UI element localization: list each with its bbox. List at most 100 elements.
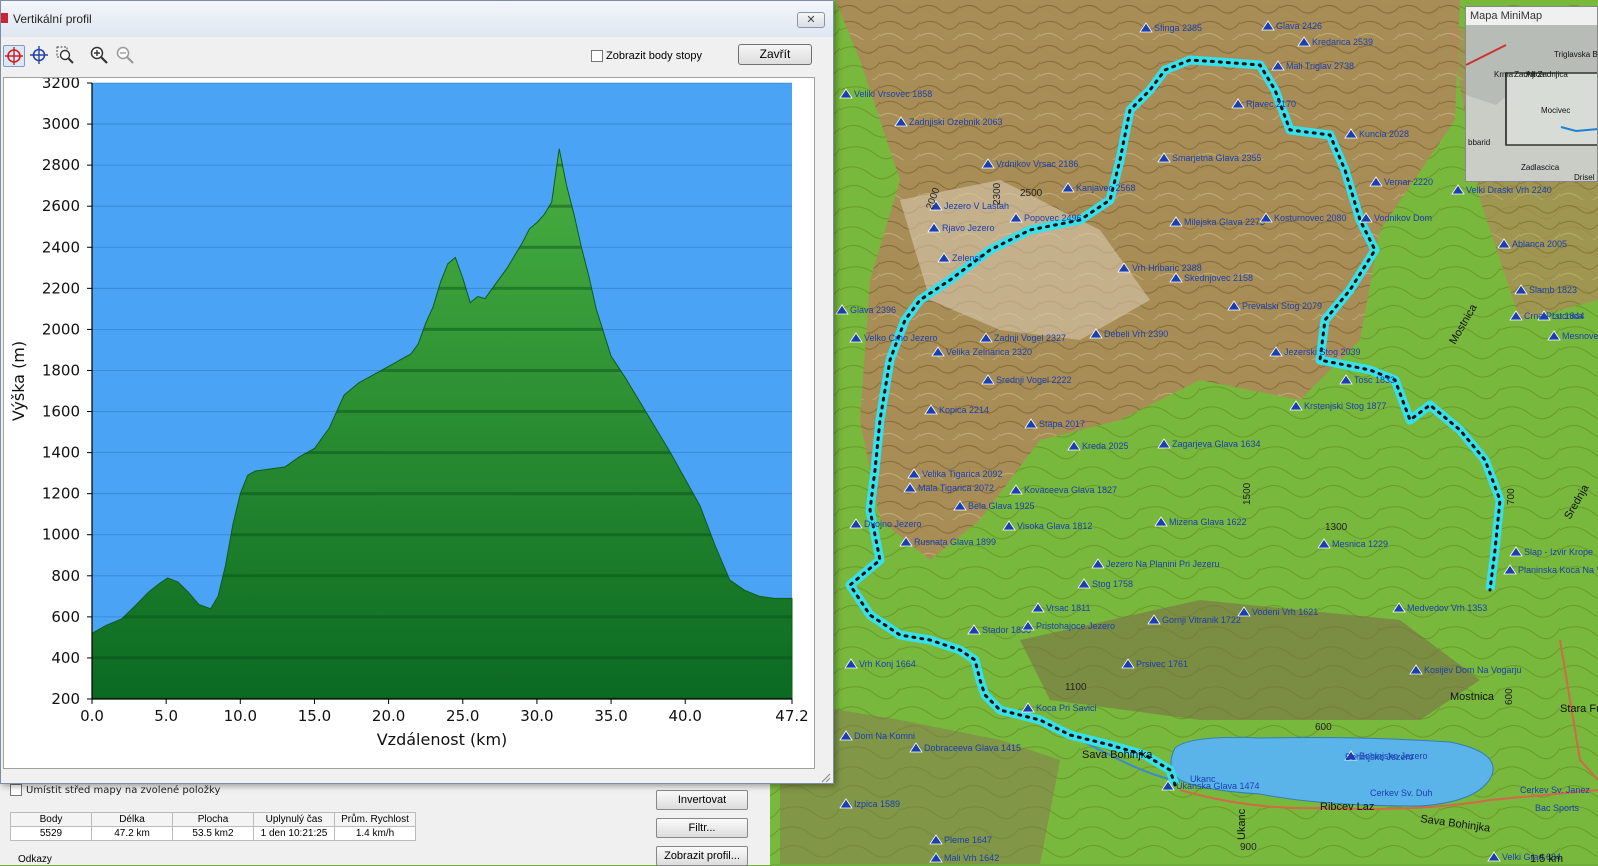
peak-label: Kanjavec 2568 [1076,183,1136,193]
peak-label: Glava 2396 [850,305,896,315]
map-place-mostnica: Mostnica [1450,691,1495,703]
invert-button[interactable]: Invertovat [656,790,748,810]
y-tick-label: 800 [51,567,80,585]
stats-header: Body [10,812,92,827]
peak-label: Kosturnovec 2080 [1274,213,1347,223]
zoom-out-tool[interactable] [115,45,137,67]
links-label: Odkazy [18,854,52,865]
peak-label: Mali Triglav 2738 [1286,61,1354,71]
stats-value: 1 den 10:21:25 [253,826,335,841]
peak-marker: Planinska Koca Na Vojah [1503,564,1598,575]
peak-label: Dobraceeva Glava 1415 [924,743,1021,753]
stats-header: Uplynulý čas [253,812,335,827]
y-tick-label: 2600 [42,197,80,215]
y-tick-labels: 200 400 600 800 1000 1200 1400 1600 1800 2000 2200… [42,78,80,708]
peak-marker: Visoka Glava 1812 [1002,520,1092,531]
x-tick-label: 25.0 [446,707,479,725]
peak-label: Milejska Glava 2273 [1184,217,1265,227]
peak-marker: Rusnata Glava 1899 [899,536,996,547]
crosshair-tool[interactable] [29,45,51,67]
track-stats-table: Body Délka Plocha Uplynulý čas Prům. Ryc… [10,812,416,841]
peak-label: Jezerski Stog 2039 [1284,347,1361,357]
zoom-area-tool[interactable] [55,45,77,67]
peak-marker: Jezero Na Planini Pri Jezeru [1091,558,1220,569]
peak-marker: Krstenjski Stog 1877 [1289,400,1387,411]
peak-label: Izpica 1589 [854,799,900,809]
close-button[interactable]: Zavřít [738,44,812,65]
peak-label: Kovaceeva Glava 1827 [1024,485,1117,495]
peak-marker: Gornji Vitranik 1722 [1147,614,1241,625]
map-place-sava-bohinjka: Sava Bohinjka [1082,749,1153,761]
peak-marker: Srednji Vogel 2222 [981,374,1072,385]
peak-marker: Dobraceeva Glava 1415 [909,742,1021,753]
peak-label: Mala Tigarica 2072 [918,483,994,493]
dialog-titlebar[interactable]: Vertikální profil ✕ [1,1,833,37]
peak-marker: Velika Zelnarica 2320 [931,346,1032,357]
peak-label: Glava 2426 [1276,21,1322,31]
peak-marker: Zadnjiski Ozebnik 2063 [894,116,1003,127]
peak-label: Rjavec 2170 [1246,99,1296,109]
y-tick-label: 1000 [42,526,80,544]
elevation-profile-chart[interactable]: 0.0 5.0 10.0 15.0 20.0 25.0 30.0 35.0 40.0 47.2 2… [4,78,814,768]
zoom-in-tool[interactable] [89,45,111,67]
peak-marker: Mizena Glava 1622 [1154,516,1247,527]
y-tick-label: 1800 [42,361,80,379]
map-place-ribcev-laz: Ribcev Laz [1320,801,1374,813]
peak-label: Velko Crno Jezero [864,333,938,343]
peak-label: Kuncia 2028 [1359,129,1409,139]
x-tick-label: 15.0 [298,707,331,725]
peak-label: Visoka Glava 1812 [1017,521,1092,531]
altitude-label: 1500 [1242,482,1253,505]
y-tick-label: 2800 [42,156,80,174]
peak-label: Jezero Na Planini Pri Jezeru [1106,559,1220,569]
map-label-bohinjsko-jezero: Bohinjsko Jezero [1345,752,1414,762]
altitude-label: 1100 [1065,682,1087,693]
peak-label: Ukanska Glava 1474 [1176,781,1260,791]
elevation-chart-frame: 0.0 5.0 10.0 15.0 20.0 25.0 30.0 35.0 40.0 47.2 2… [3,77,815,769]
peak-label: Stapa 2017 [1039,419,1085,429]
peak-label: Prsivec 1761 [1136,659,1188,669]
stats-header: Délka [91,812,173,827]
center-map-label: Umístit střed mapy na zvolené položky [26,785,221,796]
peak-label: Kopica 2214 [939,405,989,415]
peak-label: Rusnata Glava 1899 [914,537,996,547]
minimap-label: Zadlascica [1521,163,1560,172]
peak-label: Vrsac 1811 [1046,603,1091,613]
peak-label: Mali Vrh 1642 [944,853,999,863]
altitude-label: 700 [1506,488,1517,505]
map-label-bac-sports: Bac Sports [1535,803,1580,813]
minimap-panel[interactable]: Mapa MiniMap Triglavska Bistr Krma Zadnj… [1465,6,1598,182]
stats-value: 53.5 km2 [172,826,254,841]
map-place-stara-fuzina: Stara Fuzina [1560,703,1598,715]
y-tick-label: 2200 [42,279,80,297]
y-tick-label: 1200 [42,485,80,503]
resize-grip-icon[interactable] [819,771,831,783]
altitude-label: 2300 [992,182,1003,205]
peak-label: Velika Zelnarica 2320 [946,347,1032,357]
peak-label: Ablanca 2005 [1512,239,1567,249]
peak-label: Stog 1758 [1092,579,1133,589]
close-window-button[interactable]: ✕ [797,12,825,28]
zoom-in-icon [90,46,108,64]
y-tick-label: 1600 [42,403,80,421]
center-map-option[interactable]: Umístit střed mapy na zvolené položky [10,784,220,796]
show-track-points-checkbox[interactable] [591,50,603,63]
peak-label: Vrdnikov Vrsac 2186 [996,159,1078,169]
track-select-tool[interactable] [3,45,25,67]
x-tick-label: 0.0 [80,707,104,725]
peak-label: Pleme 1647 [944,835,992,845]
y-tick-label: 1400 [42,444,80,462]
center-map-checkbox[interactable] [10,784,22,796]
altitude-label: 2500 [1020,188,1043,199]
peak-marker: Smarjetna Glava 2355 [1157,152,1262,163]
minimap-label: Mocivec [1541,106,1570,115]
minimap-label: Krma [1494,70,1514,79]
x-tick-label: 30.0 [520,707,553,725]
filter-button[interactable]: Filtr... [656,818,748,838]
show-track-points-option[interactable]: Zobrazit body stopy [591,50,702,63]
show-profile-button[interactable]: Zobrazit profil... [656,846,748,866]
y-tick-label: 2000 [42,320,80,338]
minimap-view[interactable]: Triglavska Bistr Krma Zadnjica Alt Zadnj… [1466,25,1598,182]
peak-label: Planinska Koca Na Vojah [1518,565,1598,575]
peak-label: Velki Draski Vrh 2240 [1466,185,1552,195]
